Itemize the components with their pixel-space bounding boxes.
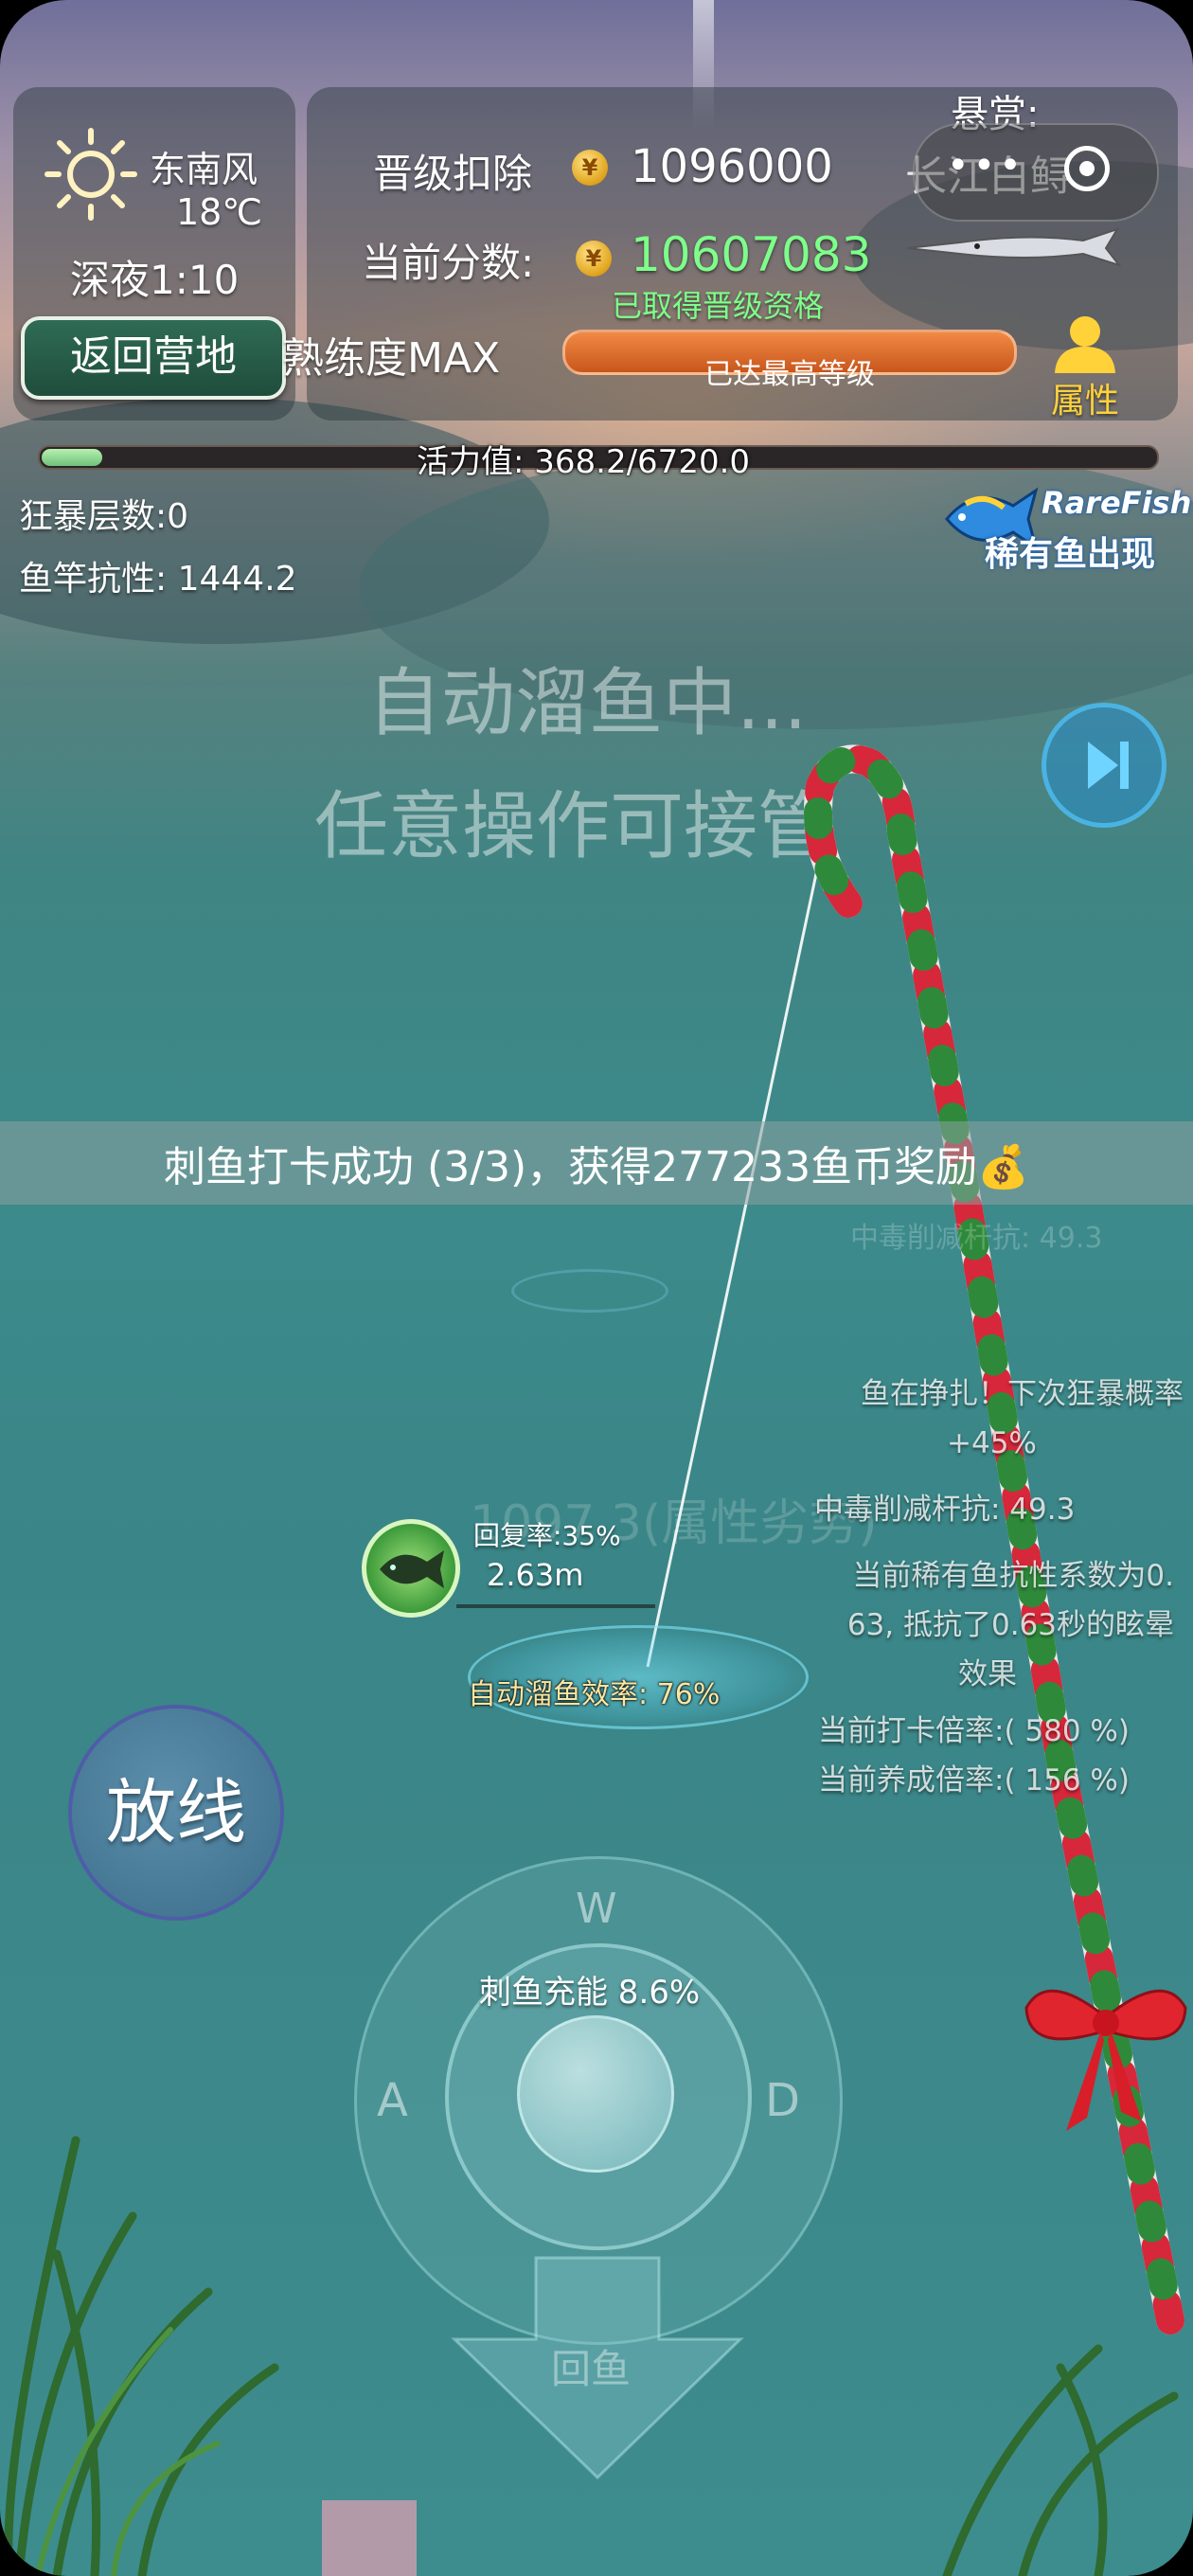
- log-line: 中毒削减杆抗: 49.3: [814, 1493, 1076, 1527]
- key-a-label: A: [377, 2074, 408, 2127]
- grass-decoration: [4, 2136, 279, 2576]
- log-line: +45%: [947, 1426, 1037, 1460]
- log-line: 当前打卡倍率:( 580 %): [818, 1714, 1130, 1748]
- stab-charge: 刺鱼充能 8.6%: [479, 1974, 701, 2012]
- recovery-rate: 回复率:35%: [473, 1520, 621, 1551]
- log-line: 63, 抵抗了0.63秒的眩晕: [846, 1608, 1174, 1642]
- log-line: 当前稀有鱼抗性系数为0.: [852, 1559, 1174, 1593]
- combat-log: 鱼在挣扎！下次狂暴概率 +45% 中毒削减杆抗: 49.3 当前稀有鱼抗性系数为…: [757, 1369, 1193, 1805]
- checkin-banner-text: 刺鱼打卡成功 (3/3)，获得277233鱼币奖励💰: [164, 1143, 1029, 1191]
- fish-distance: 2.63m: [487, 1557, 584, 1593]
- log-line: 鱼在挣扎！下次狂暴概率: [861, 1377, 1184, 1411]
- water-ripple: [511, 1269, 668, 1313]
- release-line-label: 放线: [106, 1772, 246, 1853]
- release-line-button[interactable]: 放线: [68, 1705, 284, 1921]
- key-w-label: W: [576, 1885, 617, 1933]
- fish-icon: [380, 1550, 444, 1588]
- log-line: 当前养成倍率:( 156 %): [818, 1763, 1130, 1798]
- reel-label: 回鱼: [551, 2346, 632, 2392]
- key-d-label: D: [765, 2074, 800, 2127]
- red-bow-icon: [1024, 1989, 1187, 2131]
- faded-poison-text: 中毒削减杆抗: 49.3: [850, 1222, 1103, 1255]
- fish-avatar: [362, 1519, 460, 1618]
- joystick-knob[interactable]: [517, 2015, 674, 2173]
- fish-distance-line: [456, 1604, 655, 1608]
- game-scene: 东南风 18℃ 深夜1:10 返回营地 晋级扣除 ¥ 1096000 当前分数:…: [0, 0, 1193, 2576]
- auto-reel-efficiency: 自动溜鱼效率: 76%: [468, 1678, 721, 1711]
- bottom-edge-decoration: [322, 2500, 417, 2576]
- log-line: 效果: [958, 1657, 1017, 1691]
- grass-decoration: [942, 2344, 1179, 2576]
